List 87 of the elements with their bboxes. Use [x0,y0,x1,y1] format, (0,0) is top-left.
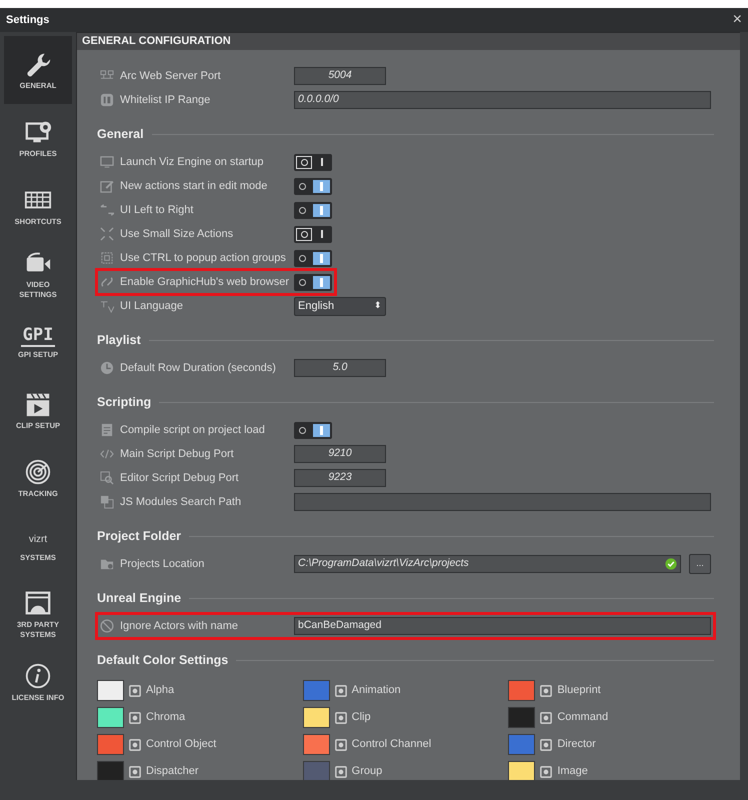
edit-icon [100,179,114,193]
input-field[interactable]: 0.0.0.0/0 [294,91,711,109]
color-label: Animation [352,683,401,698]
setting-label: Whitelist IP Range [120,92,212,108]
vizrt-logo: vizrt [28,532,48,546]
setting-label: Launch Viz Engine on startup [120,154,265,170]
color-swatch[interactable] [508,707,536,728]
input-field[interactable]: 5004 [294,67,386,85]
window-title: Settings [6,12,50,28]
color-swatch[interactable] [97,734,124,755]
shrink-icon [100,227,114,241]
toggle-switch[interactable] [294,250,332,266]
toggle-switch[interactable] [294,154,332,170]
setting-label: Use Small Size Actions [120,226,234,242]
color-label: Clip [352,710,371,726]
dropdown-arrow-icon: ⬍ [374,299,382,313]
setting-label: Editor Script Debug Port [120,470,240,486]
folder-search-icon [100,557,114,571]
color-swatch[interactable] [302,761,330,780]
setting-label: Use CTRL to popup action groups [120,250,287,266]
color-label: Alpha [146,683,174,698]
color-label: Command [557,710,608,726]
js-folder-icon [100,495,114,509]
arrows-icon [100,203,114,217]
input-field[interactable]: bCanBeDamaged [294,617,711,635]
setting-label: UI Language [120,298,184,314]
section-title: Scripting [97,394,152,411]
input-field[interactable]: 5.0 [294,359,386,377]
magnifier-icon [100,471,114,485]
browse-button[interactable]: ... [689,554,711,574]
radar-icon [24,458,52,486]
close-button[interactable]: × [732,12,742,28]
section-title: Project Folder [97,528,182,545]
toggle-switch[interactable] [294,178,332,194]
color-label: Group [352,764,382,780]
color-label: Chroma [146,710,186,726]
section-title: General [97,126,144,143]
input-field[interactable]: 9210 [294,445,386,463]
color-swatch[interactable] [508,680,536,701]
color-label: Dispatcher [146,764,199,780]
toggle-switch[interactable] [294,202,332,218]
setting-label: Enable GraphicHub's web browser [120,274,288,290]
color-swatch[interactable] [97,680,124,701]
info-circle-icon [24,662,52,690]
toggle-switch[interactable] [294,226,332,242]
section-title: Playlist [97,332,141,349]
section-title: Unreal Engine [97,590,182,607]
gpi-logo: GPI [20,324,56,346]
color-swatch[interactable] [302,680,330,701]
link-icon [100,275,114,289]
path-field[interactable]: C:\ProgramData\vizrt\VizArc\projects [294,555,681,573]
color-swatch[interactable] [508,761,536,780]
document-icon [100,423,114,437]
setting-label: Projects Location [120,556,206,572]
code-icon [100,447,114,461]
color-label: Image [557,764,588,780]
setting-label: New actions start in edit mode [120,178,268,194]
color-label: Blueprint [557,683,601,698]
setting-label: Main Script Debug Port [120,446,235,462]
input-field[interactable]: 9223 [294,469,386,487]
setting-label: Compile script on project load [120,422,266,438]
color-label: Control Channel [352,737,432,752]
setting-label: Ignore Actors with name [120,618,240,634]
prohibited-icon [100,619,114,633]
color-swatch[interactable] [302,734,330,755]
color-swatch[interactable] [97,707,124,728]
setting-label: Default Row Duration (seconds) [120,360,277,376]
section-title: Default Color Settings [97,652,228,669]
color-swatch[interactable] [97,761,124,780]
color-label: Director [557,737,596,752]
language-icon [100,299,114,313]
check-circle-icon [665,558,677,570]
section-header: GENERAL CONFIGURATION [77,32,740,50]
group-icon [100,251,114,265]
color-swatch[interactable] [508,734,536,755]
setting-label: Arc Web Server Port [120,68,222,84]
color-swatch[interactable] [302,707,330,728]
toggle-switch[interactable] [294,422,332,438]
language-dropdown[interactable]: English ⬍ [294,296,386,316]
setting-label: JS Modules Search Path [120,494,242,510]
color-label: Control Object [146,737,216,752]
toggle-switch[interactable] [294,274,332,290]
clock-icon [100,361,114,375]
setting-label: UI Left to Right [120,202,194,218]
monitor-icon [100,155,114,169]
input-field[interactable] [294,493,711,511]
window-gear-icon [24,588,52,616]
